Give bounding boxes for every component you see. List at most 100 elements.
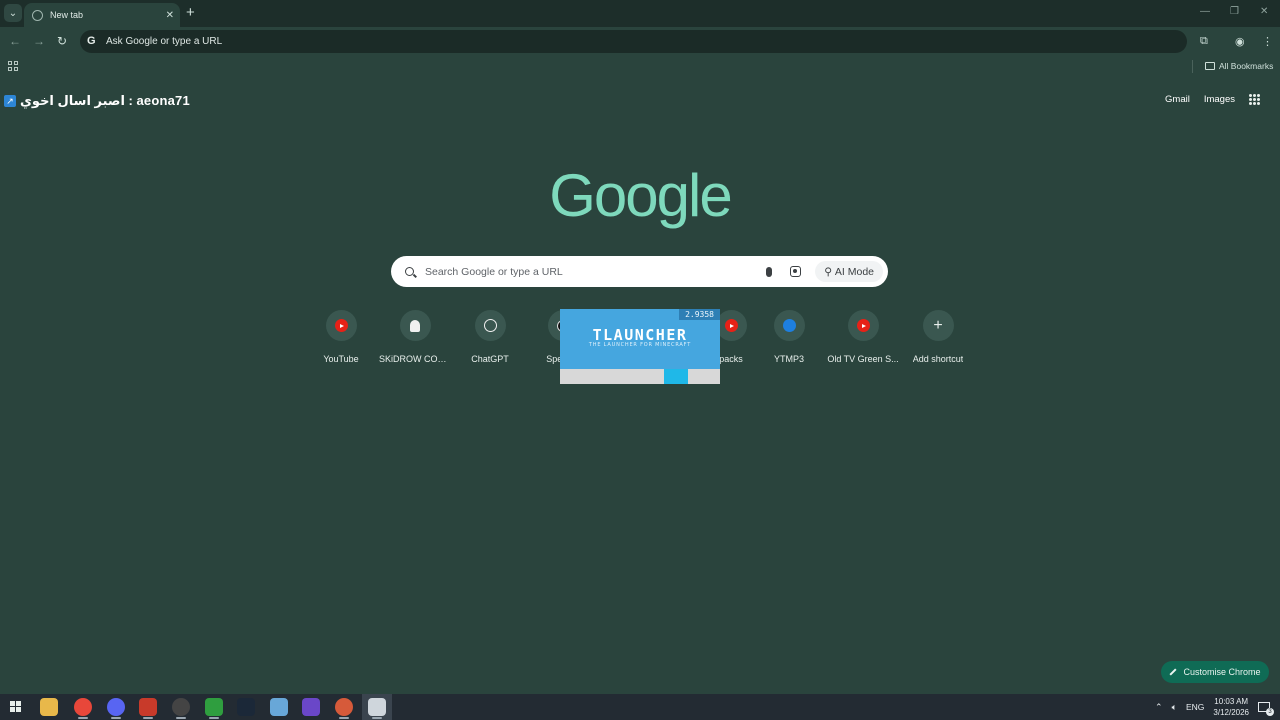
top-links: Gmail Images <box>1165 94 1260 105</box>
notification-icon[interactable]: 3 <box>1258 702 1274 716</box>
plus-icon: + <box>933 316 943 334</box>
forward-button[interactable]: → <box>33 34 45 48</box>
overlay-text: اصبر اسال اخوي : aeona71 <box>20 93 190 108</box>
browser-toolbar: ← → ↻ G Ask Google or type a URL ⧉ ◉ ⋮ <box>0 27 1280 57</box>
shortcut-tile[interactable]: Old TV Green S... <box>827 310 899 364</box>
shortcut-tile[interactable]: SKiDROW COD... <box>379 310 451 364</box>
tab-search-button[interactable]: ⌄ <box>4 4 22 22</box>
chatgpt-icon <box>483 319 497 332</box>
shortcut-label: SKiDROW COD... <box>379 354 451 364</box>
all-bookmarks-button[interactable]: All Bookmarks <box>1205 61 1273 71</box>
images-link[interactable]: Images <box>1204 94 1235 105</box>
shortcut-tile[interactable]: YTMP3 <box>753 310 825 364</box>
voicemeeter-icon[interactable] <box>139 698 157 719</box>
youtube-icon <box>334 319 348 332</box>
tlauncher-subtitle: THE LAUNCHER FOR MINECRAFT <box>588 342 692 348</box>
ai-mode-button[interactable]: ⚲ AI Mode <box>815 261 883 282</box>
shortcut-icon-circle: + <box>922 310 954 341</box>
microphone-icon[interactable] <box>766 266 773 277</box>
search-icon <box>405 267 414 276</box>
shortcut-icon-circle <box>399 310 431 341</box>
tab-new-tab[interactable]: New tab ✕ <box>24 3 180 27</box>
shortcut-icon-circle <box>847 310 879 341</box>
google-lens-icon[interactable] <box>790 266 802 277</box>
gmail-link[interactable]: Gmail <box>1165 94 1190 105</box>
running-indicator <box>78 717 88 719</box>
shortcut-tile[interactable]: YouTube <box>305 310 377 364</box>
xbox-icon[interactable] <box>205 698 223 719</box>
clock[interactable]: 10:03 AM 3/12/2026 <box>1213 696 1249 718</box>
shortcut-label: Add shortcut <box>912 354 964 364</box>
youtube-icon <box>724 319 738 332</box>
ytmp3-icon <box>782 319 796 332</box>
tlauncher-version: 2.9358 <box>679 309 720 320</box>
chevron-down-icon: ⌄ <box>8 7 18 19</box>
taskbar: ⌃ 🔈︎ ENG 10:03 AM 3/12/2026 3 <box>0 694 1280 720</box>
search-placeholder: Search Google or type a URL <box>425 265 563 278</box>
arrow-badge-icon: ↗ <box>4 95 16 107</box>
steam-icon[interactable] <box>237 698 255 716</box>
clock-date: 3/12/2026 <box>1213 708 1249 717</box>
close-icon[interactable]: ✕ <box>166 10 174 21</box>
notepad-icon[interactable] <box>270 698 288 716</box>
shortcut-label: packs <box>719 354 743 364</box>
back-button[interactable]: ← <box>9 34 21 48</box>
shortcut-icon-circle <box>773 310 805 341</box>
add-shortcut-tile[interactable]: + Add shortcut <box>902 310 974 364</box>
chevron-up-icon[interactable]: ⌃ <box>1155 702 1163 713</box>
system-tray: ⌃ 🔈︎ ENG 10:03 AM 3/12/2026 3 <box>1155 694 1280 720</box>
running-indicator <box>111 717 121 719</box>
profile-icon[interactable]: ◉ <box>1235 35 1245 48</box>
search-box[interactable]: Search Google or type a URL ⚲ AI Mode <box>391 256 888 287</box>
google-g-icon: G <box>87 35 96 47</box>
language-indicator[interactable]: ENG <box>1186 702 1204 712</box>
window-close-button[interactable]: ✕ <box>1260 6 1268 17</box>
shortcut-icon-circle <box>325 310 357 341</box>
chrome-profile-icon[interactable] <box>335 698 353 719</box>
minimize-button[interactable]: — <box>1200 6 1210 17</box>
youtube-icon <box>856 319 870 332</box>
notification-badge: 3 <box>1266 708 1274 716</box>
apps-icon[interactable] <box>8 61 18 71</box>
tlauncher-progress-bar <box>560 369 720 384</box>
java-icon[interactable] <box>368 698 386 719</box>
discord-icon[interactable] <box>107 698 125 719</box>
customise-chrome-button[interactable]: Customise Chrome <box>1161 661 1269 683</box>
shortcut-tile[interactable]: ChatGPT <box>454 310 526 364</box>
media-player-icon[interactable] <box>302 698 320 716</box>
reload-button[interactable]: ↻ <box>57 34 67 48</box>
menu-icon[interactable]: ⋮ <box>1262 35 1273 48</box>
clock-time: 10:03 AM <box>1214 697 1249 706</box>
chrome-icon[interactable] <box>74 698 92 719</box>
ai-mode-label: AI Mode <box>834 265 874 278</box>
google-apps-icon[interactable] <box>1249 94 1260 105</box>
shortcut-icon-circle <box>474 310 506 341</box>
chrome-favicon-icon <box>32 9 43 21</box>
file-explorer-icon[interactable] <box>40 698 58 716</box>
shortcut-label: ChatGPT <box>471 354 509 364</box>
new-tab-button[interactable]: + <box>186 4 195 22</box>
extensions-icon[interactable]: ⧉ <box>1200 35 1208 48</box>
running-indicator <box>209 717 219 719</box>
running-indicator <box>339 717 349 719</box>
shortcut-label: YouTube <box>323 354 359 364</box>
google-logo: Google <box>549 162 732 229</box>
stream-overlay: ↗ اصبر اسال اخوي : aeona71 <box>4 93 190 109</box>
volume-icon[interactable]: 🔈︎ <box>1172 702 1177 713</box>
running-indicator <box>372 717 382 719</box>
address-bar[interactable]: G Ask Google or type a URL <box>80 30 1187 53</box>
shortcut-label: YTMP3 <box>773 354 804 364</box>
customise-chrome-label: Customise Chrome <box>1183 667 1261 677</box>
bookmarks-divider <box>1192 60 1193 73</box>
obs-icon[interactable] <box>172 698 190 719</box>
pencil-icon <box>1169 668 1178 676</box>
folder-icon <box>1205 62 1215 70</box>
restore-button[interactable]: ❐ <box>1230 6 1239 17</box>
shortcut-label: Old TV Green S... <box>827 354 899 364</box>
windows-start-icon[interactable] <box>10 701 21 712</box>
tab-title: New tab <box>50 10 84 20</box>
shortcut-icon-circle <box>715 310 747 341</box>
bookmarks-bar: All Bookmarks <box>0 57 1280 77</box>
tlauncher-splash: 2.9358 TLAUNCHER THE LAUNCHER FOR MINECR… <box>560 309 720 384</box>
running-indicator <box>176 717 186 719</box>
